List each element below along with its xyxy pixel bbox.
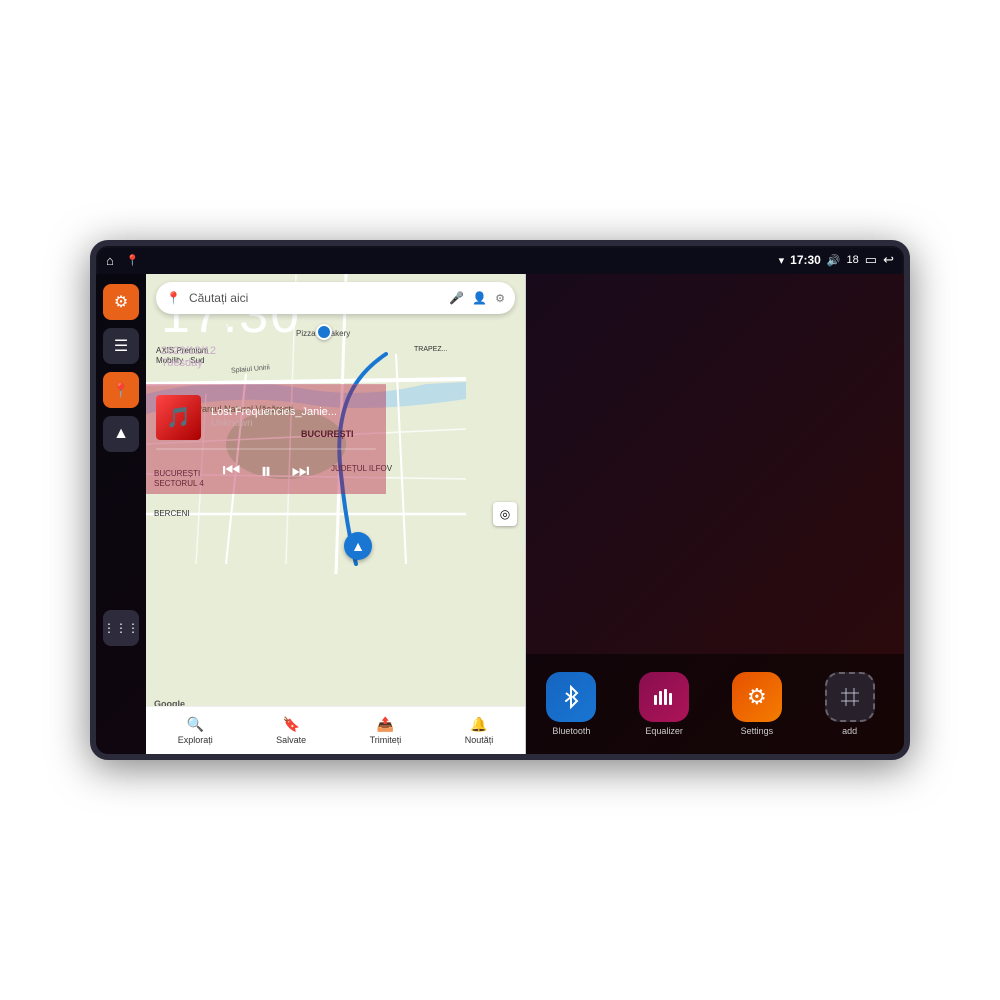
map-search-placeholder[interactable]: Căutați aici xyxy=(189,291,441,305)
add-icon-bg xyxy=(825,672,875,722)
add-label: add xyxy=(842,726,857,736)
next-button[interactable]: ⏭ xyxy=(292,460,310,483)
location-icon: 📍 xyxy=(112,382,129,399)
car-unit: ⌂ 📍 ▾ 17:30 🔊 18 ▭ ↩ ⚙ ☰ 📍 ▲ xyxy=(90,240,910,760)
settings-label: Settings xyxy=(741,726,774,736)
status-home-icons: ⌂ 📍 xyxy=(106,253,140,268)
app-settings[interactable]: ⚙ Settings xyxy=(713,672,802,736)
map-search-bar[interactable]: 📍 Căutați aici 🎤 👤 ⚙ xyxy=(156,282,515,314)
settings-app-icon: ⚙ xyxy=(747,684,767,710)
location-center-btn[interactable]: ◎ xyxy=(493,502,517,526)
apps-grid-button[interactable]: ⋮⋮⋮ xyxy=(103,610,139,646)
add-grid-icon xyxy=(838,685,862,709)
settings-icon-bg: ⚙ xyxy=(732,672,782,722)
send-label: Trimiteți xyxy=(370,735,402,745)
status-time: 17:30 xyxy=(790,253,821,267)
main-content: ⚙ ☰ 📍 ▲ ⋮⋮⋮ xyxy=(96,274,904,754)
bluetooth-icon-bg xyxy=(546,672,596,722)
send-icon: 📤 xyxy=(377,716,394,733)
app-equalizer[interactable]: Equalizer xyxy=(620,672,709,736)
account-icon[interactable]: 👤 xyxy=(472,291,487,305)
map-nav-saved[interactable]: 🔖 Salvate xyxy=(276,716,306,745)
bluetooth-icon xyxy=(559,685,583,709)
prev-button[interactable]: ⏮ xyxy=(222,460,240,483)
music-title: Lost Frequencies_Janie... xyxy=(211,406,376,418)
battery-level: 18 xyxy=(847,254,859,266)
sidebar-maps-btn[interactable]: 📍 xyxy=(103,372,139,408)
equalizer-icon-bg xyxy=(639,672,689,722)
top-row: AXIS PremiumMobility - Sud Pizza & Baker… xyxy=(146,274,904,654)
music-progress-bar[interactable] xyxy=(156,448,376,450)
explore-label: Explorați xyxy=(178,735,213,745)
music-player-widget: 🎵 Lost Frequencies_Janie... Unknown ⏮ xyxy=(146,384,386,494)
sidebar-nav-btn[interactable]: ▲ xyxy=(103,416,139,452)
news-icon: 🔔 xyxy=(470,716,487,733)
music-text: Lost Frequencies_Janie... Unknown xyxy=(211,406,376,429)
sidebar-menu-btn[interactable]: ☰ xyxy=(103,328,139,364)
right-panel: 17:30 2023/12/12 Tuesday 🎵 xyxy=(146,274,386,654)
grid-icon: ⋮⋮⋮ xyxy=(103,622,139,634)
news-label: Noutăți xyxy=(465,735,494,745)
clock-date: 2023/12/12 Tuesday xyxy=(161,345,371,369)
equalizer-icon xyxy=(652,685,676,709)
mic-icon[interactable]: 🎤 xyxy=(449,291,464,305)
right-panel-inner: 17:30 2023/12/12 Tuesday 🎵 xyxy=(146,274,386,654)
back-icon[interactable]: ↩ xyxy=(883,252,894,268)
star-3 xyxy=(226,324,228,326)
saved-icon: 🔖 xyxy=(282,716,299,733)
star-4 xyxy=(335,354,336,355)
pause-button[interactable]: ⏸ xyxy=(260,458,271,484)
settings-icon: ⚙ xyxy=(114,292,128,312)
bluetooth-label: Bluetooth xyxy=(552,726,590,736)
music-album-art: 🎵 xyxy=(156,395,201,440)
music-controls: ⏮ ⏸ ⏭ xyxy=(156,458,376,484)
music-info-row: 🎵 Lost Frequencies_Janie... Unknown xyxy=(156,395,376,440)
app-add[interactable]: add xyxy=(805,672,894,736)
map-bottom-nav: 🔍 Explorați 🔖 Salvate 📤 Trimiteți � xyxy=(146,706,525,754)
left-sidebar: ⚙ ☰ 📍 ▲ ⋮⋮⋮ xyxy=(96,274,146,754)
status-bar: ⌂ 📍 ▾ 17:30 🔊 18 ▭ ↩ xyxy=(96,246,904,274)
album-art-image: 🎵 xyxy=(166,405,191,430)
menu-icon: ☰ xyxy=(114,336,128,356)
clock-date-value: 2023/12/12 xyxy=(161,345,216,357)
saved-label: Salvate xyxy=(276,735,306,745)
map-label-trapez: TRAPEZ... xyxy=(414,346,447,353)
volume-icon: 🔊 xyxy=(827,254,841,267)
equalizer-label: Equalizer xyxy=(645,726,683,736)
sidebar-settings-btn[interactable]: ⚙ xyxy=(103,284,139,320)
status-right-icons: ▾ 17:30 🔊 18 ▭ ↩ xyxy=(779,252,894,268)
navigate-icon: ▲ xyxy=(113,425,129,443)
app-bluetooth[interactable]: Bluetooth xyxy=(527,672,616,736)
music-artist: Unknown xyxy=(211,418,376,429)
map-nav-news[interactable]: 🔔 Noutăți xyxy=(465,716,494,745)
clock-day-value: Tuesday xyxy=(161,357,203,369)
battery-icon: ▭ xyxy=(865,252,877,268)
center-area: AXIS PremiumMobility - Sud Pizza & Baker… xyxy=(146,274,904,754)
maps-search-icon: 📍 xyxy=(166,291,181,305)
maps-status-icon[interactable]: 📍 xyxy=(126,254,140,267)
home-icon[interactable]: ⌂ xyxy=(106,253,114,268)
map-nav-send[interactable]: 📤 Trimiteți xyxy=(370,716,402,745)
wifi-icon: ▾ xyxy=(779,254,785,267)
settings-map-icon[interactable]: ⚙ xyxy=(495,292,505,305)
map-nav-explore[interactable]: 🔍 Explorați xyxy=(178,716,213,745)
explore-icon: 🔍 xyxy=(187,716,204,733)
